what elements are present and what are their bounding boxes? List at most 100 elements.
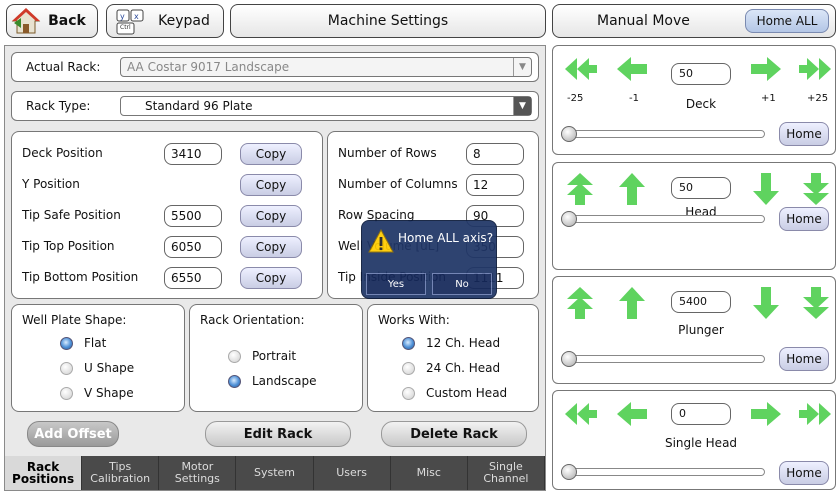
single-head-position-value[interactable]: 0 bbox=[671, 403, 731, 425]
arrow-left-icon[interactable] bbox=[615, 399, 649, 429]
arrow-left-icon[interactable] bbox=[615, 54, 649, 84]
radio-flat[interactable] bbox=[60, 337, 73, 350]
plunger-slider-handle[interactable] bbox=[561, 351, 577, 367]
tip-top-position-label: Tip Top Position bbox=[22, 239, 115, 253]
well-plate-shape-group: Well Plate Shape: Flat U Shape V Shape bbox=[11, 304, 185, 412]
tip-top-position-field[interactable]: 6050 bbox=[164, 236, 222, 258]
double-arrow-up-icon[interactable] bbox=[565, 285, 595, 321]
deck-position-field[interactable]: 3410 bbox=[164, 143, 222, 165]
tab-rack-positions[interactable]: Rack Positions bbox=[5, 456, 83, 490]
radio-landscape[interactable] bbox=[228, 375, 241, 388]
arrow-down-icon[interactable] bbox=[751, 285, 781, 321]
actual-rack-value: AA Costar 9017 Landscape bbox=[127, 60, 290, 74]
tab-users[interactable]: Users bbox=[314, 456, 391, 490]
radio-u-shape[interactable] bbox=[60, 362, 73, 375]
plunger-position-value[interactable]: 5400 bbox=[671, 291, 731, 313]
deck-slider-track[interactable] bbox=[563, 130, 765, 138]
rack-type-value: Standard 96 Plate bbox=[145, 99, 253, 113]
machine-settings-title: Machine Settings bbox=[230, 4, 546, 38]
head-slider-handle[interactable] bbox=[561, 211, 577, 227]
deck-step-plus-small: +1 bbox=[761, 93, 776, 104]
dialog-yes-button[interactable]: Yes bbox=[366, 273, 426, 295]
deck-slider-handle[interactable] bbox=[561, 126, 577, 142]
edit-rack-button[interactable]: Edit Rack bbox=[205, 421, 351, 447]
plunger-slider-track[interactable] bbox=[563, 355, 765, 363]
single-head-slider-track[interactable] bbox=[563, 468, 765, 476]
keypad-button[interactable]: y x Ctrl Keypad bbox=[106, 4, 224, 38]
double-arrow-left-icon[interactable] bbox=[563, 399, 599, 429]
actual-rack-select[interactable]: AA Costar 9017 Landscape ▼ bbox=[120, 57, 532, 77]
deck-label: Deck bbox=[685, 97, 717, 111]
tip-bottom-position-label: Tip Bottom Position bbox=[22, 270, 139, 284]
rack-type-select[interactable]: Standard 96 Plate ▼ bbox=[120, 96, 532, 116]
manual-move-header: Manual Move Home ALL bbox=[552, 4, 836, 38]
arrow-right-icon[interactable] bbox=[749, 54, 783, 84]
head-slider-track[interactable] bbox=[563, 215, 765, 223]
head-home-button[interactable]: Home bbox=[779, 207, 829, 231]
radio-12ch-head[interactable] bbox=[402, 337, 415, 350]
arrow-down-icon[interactable] bbox=[751, 171, 781, 207]
arrow-right-icon[interactable] bbox=[749, 399, 783, 429]
radio-v-shape-label: V Shape bbox=[84, 386, 134, 400]
well-plate-shape-title: Well Plate Shape: bbox=[22, 313, 127, 327]
tab-system[interactable]: System bbox=[236, 456, 314, 490]
arrow-up-icon[interactable] bbox=[617, 285, 647, 321]
double-arrow-down-icon[interactable] bbox=[801, 285, 831, 321]
deck-position-label: Deck Position bbox=[22, 146, 103, 160]
dialog-no-button[interactable]: No bbox=[432, 273, 492, 295]
tab-single-channel[interactable]: Single Channel bbox=[468, 456, 545, 490]
back-button[interactable]: Back bbox=[6, 4, 98, 38]
dialog-message: Home ALL axis? bbox=[398, 231, 494, 245]
tip-bottom-position-field[interactable]: 6550 bbox=[164, 267, 222, 289]
radio-24ch-head[interactable] bbox=[402, 362, 415, 375]
double-arrow-up-icon[interactable] bbox=[565, 171, 595, 207]
tab-tips-calibration[interactable]: Tips Calibration bbox=[82, 456, 160, 490]
tip-safe-position-field[interactable]: 5500 bbox=[164, 205, 222, 227]
radio-custom-head[interactable] bbox=[402, 387, 415, 400]
number-of-columns-field[interactable]: 12 bbox=[466, 174, 524, 196]
keypad-icon-text: Ctrl bbox=[120, 24, 131, 31]
delete-rack-button[interactable]: Delete Rack bbox=[381, 421, 527, 447]
plunger-home-button[interactable]: Home bbox=[779, 347, 829, 371]
tab-misc[interactable]: Misc bbox=[391, 456, 468, 490]
single-head-label: Single Head bbox=[664, 436, 738, 450]
radio-portrait-label: Portrait bbox=[252, 349, 297, 363]
deck-position-value[interactable]: 50 bbox=[671, 63, 731, 85]
deck-home-button[interactable]: Home bbox=[779, 122, 829, 146]
settings-tab-bar: Rack Positions Tips Calibration Motor Setti… bbox=[5, 456, 545, 490]
single-head-home-button[interactable]: Home bbox=[779, 461, 829, 485]
home-all-button[interactable]: Home ALL bbox=[745, 9, 829, 33]
plunger-label: Plunger bbox=[678, 323, 724, 337]
arrow-up-icon[interactable] bbox=[617, 171, 647, 207]
home-all-confirm-dialog: Home ALL axis? Yes No bbox=[361, 220, 497, 299]
copy-tip-top-button[interactable]: Copy bbox=[240, 236, 302, 258]
tab-label-line2: Settings bbox=[174, 472, 220, 485]
copy-tip-bottom-button[interactable]: Copy bbox=[240, 267, 302, 289]
double-arrow-right-icon[interactable] bbox=[797, 399, 833, 429]
double-arrow-down-icon[interactable] bbox=[801, 171, 831, 207]
number-of-rows-field[interactable]: 8 bbox=[466, 143, 524, 165]
actual-rack-label: Actual Rack: bbox=[26, 60, 101, 74]
works-with-title: Works With: bbox=[378, 313, 450, 327]
svg-text:y: y bbox=[120, 12, 125, 21]
copy-tip-safe-button[interactable]: Copy bbox=[240, 205, 302, 227]
number-of-columns-label: Number of Columns bbox=[338, 177, 458, 191]
rack-orientation-group: Rack Orientation: Portrait Landscape bbox=[189, 304, 363, 412]
copy-y-position-button[interactable]: Copy bbox=[240, 174, 302, 196]
copy-deck-position-button[interactable]: Copy bbox=[240, 143, 302, 165]
add-offset-button[interactable]: Add Offset bbox=[27, 421, 119, 447]
head-position-value[interactable]: 50 bbox=[671, 177, 731, 199]
double-arrow-left-icon[interactable] bbox=[563, 54, 599, 84]
radio-custom-head-label: Custom Head bbox=[426, 386, 508, 400]
head-move-panel: 50 Head Home bbox=[552, 162, 836, 270]
back-label: Back bbox=[48, 13, 86, 29]
tab-motor-settings[interactable]: Motor Settings bbox=[159, 456, 237, 490]
radio-12ch-head-label: 12 Ch. Head bbox=[426, 336, 501, 350]
double-arrow-right-icon[interactable] bbox=[797, 54, 833, 84]
radio-portrait[interactable] bbox=[228, 350, 241, 363]
radio-v-shape[interactable] bbox=[60, 387, 73, 400]
single-head-slider-handle[interactable] bbox=[561, 464, 577, 480]
keypad-label: Keypad bbox=[158, 13, 210, 29]
svg-text:x: x bbox=[134, 12, 139, 21]
tab-label-line2: Channel bbox=[483, 472, 529, 485]
